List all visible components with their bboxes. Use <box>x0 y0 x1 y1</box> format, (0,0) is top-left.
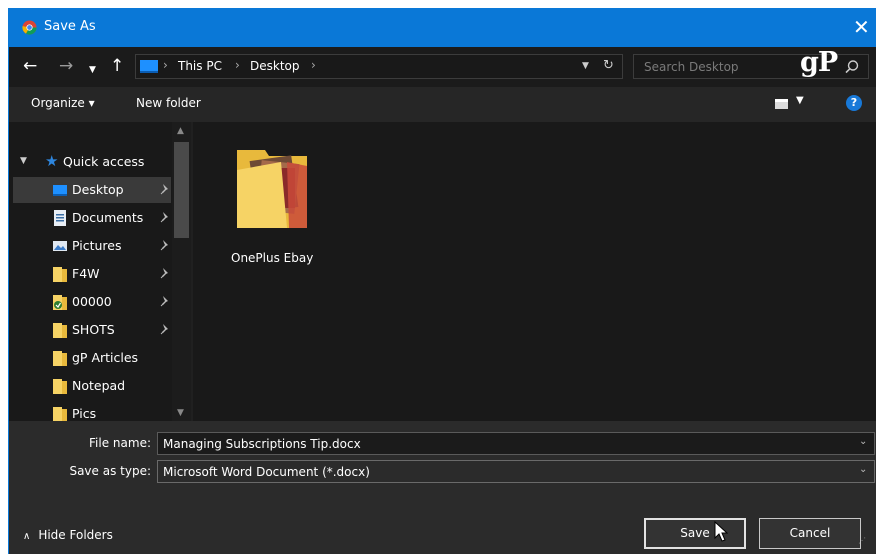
resize-grip-icon[interactable]: ⋰ <box>858 536 866 545</box>
breadcrumb-this-pc[interactable]: This PC <box>178 59 222 73</box>
window-title: Save As <box>44 19 96 34</box>
folder-with-images-icon <box>237 150 307 228</box>
save-as-type-select[interactable]: Microsoft Word Document (*.docx) ⌄ <box>157 460 875 483</box>
sidebar-item-documents[interactable]: Documents <box>13 205 171 231</box>
save-options-panel: File name: Managing Subscriptions Tip.do… <box>9 421 876 554</box>
sidebar-item-f4w[interactable]: F4W <box>13 261 171 287</box>
sidebar-item-label: Desktop <box>72 182 124 197</box>
up-arrow-icon[interactable]: ↑ <box>110 57 124 75</box>
pin-icon[interactable] <box>160 211 170 223</box>
close-icon[interactable]: ✕ <box>853 15 870 39</box>
file-list-pane[interactable]: OnePlus Ebay <box>193 122 876 421</box>
scroll-up-icon[interactable]: ▲ <box>177 126 184 136</box>
breadcrumb-desktop[interactable]: Desktop <box>250 59 300 73</box>
sidebar-item-00000[interactable]: 00000 <box>13 289 171 315</box>
forward-arrow-icon[interactable]: → <box>59 57 73 75</box>
folder-icon <box>53 351 67 366</box>
sidebar-item-pictures[interactable]: Pictures <box>13 233 171 259</box>
navigation-pane: ▼ ★ Quick access Desktop Documents Pictu… <box>9 122 191 422</box>
view-dropdown-icon[interactable]: ▼ <box>796 95 804 106</box>
file-name-label: File name: <box>89 436 151 450</box>
folder-icon <box>53 323 67 338</box>
search-box[interactable]: Search Desktop gP <box>633 47 869 79</box>
groovypost-watermark: gP <box>800 47 838 78</box>
help-icon[interactable]: ? <box>846 95 862 111</box>
breadcrumb-separator[interactable]: › <box>311 58 316 72</box>
sidebar-item-notepad[interactable]: Notepad <box>13 373 171 399</box>
folder-icon <box>53 379 67 394</box>
pin-icon[interactable] <box>160 183 170 195</box>
save-button[interactable]: Save <box>644 518 746 549</box>
save-as-type-label: Save as type: <box>69 464 151 478</box>
this-pc-icon <box>140 60 158 73</box>
chevron-down-icon[interactable]: ▼ <box>89 61 96 79</box>
sidebar-item-label: F4W <box>72 266 100 281</box>
pictures-icon <box>53 241 67 251</box>
expand-chevron-icon[interactable]: ▼ <box>20 156 27 166</box>
search-input[interactable]: Search Desktop <box>644 60 739 74</box>
folder-label: OnePlus Ebay <box>231 251 314 265</box>
pin-icon[interactable] <box>160 295 170 307</box>
star-icon: ★ <box>45 152 59 170</box>
chevron-down-icon[interactable]: ⌄ <box>859 436 867 447</box>
sidebar-item-label: 00000 <box>72 294 112 309</box>
organize-menu-button[interactable]: Organize ▾ <box>31 96 95 110</box>
sidebar-item-gp-articles[interactable]: gP Articles <box>13 345 171 371</box>
sidebar-item-desktop[interactable]: Desktop <box>13 177 171 203</box>
sidebar-item-quick-access[interactable]: ▼ ★ Quick access <box>13 149 171 175</box>
sidebar-item-label: gP Articles <box>72 350 139 365</box>
sidebar-item-shots[interactable]: SHOTS <box>13 317 171 343</box>
pin-icon[interactable] <box>160 239 170 251</box>
folder-icon <box>53 407 67 422</box>
address-bar[interactable]: › This PC › Desktop › ▼ ↻ <box>135 54 623 79</box>
pin-icon[interactable] <box>160 267 170 279</box>
folder-sync-icon <box>53 295 67 310</box>
file-name-field[interactable]: Managing Subscriptions Tip.docx ⌄ <box>157 432 875 455</box>
breadcrumb-separator: › <box>163 58 168 72</box>
folder-icon <box>53 267 67 282</box>
hide-folders-button[interactable]: ∧ Hide Folders <box>23 528 113 542</box>
view-options-icon[interactable] <box>775 99 788 109</box>
sidebar-item-label: Documents <box>72 210 144 225</box>
refresh-icon[interactable]: ↻ <box>603 58 614 73</box>
pin-icon[interactable] <box>160 323 170 335</box>
save-as-dialog: Save As ✕ ← → ▼ ↑ › This PC › Desktop › … <box>8 8 876 554</box>
save-as-type-value[interactable]: Microsoft Word Document (*.docx) <box>163 465 370 479</box>
mouse-cursor-icon <box>714 521 728 542</box>
hide-folders-label: Hide Folders <box>38 528 113 542</box>
new-folder-button[interactable]: New folder <box>136 96 201 110</box>
navigation-bar: ← → ▼ ↑ › This PC › Desktop › ▼ ↻ Search… <box>9 47 876 87</box>
sidebar-item-label: Pics <box>72 406 97 421</box>
scroll-down-icon[interactable]: ▼ <box>177 408 184 418</box>
desktop-icon <box>53 185 67 196</box>
sidebar-item-label: Quick access <box>63 154 145 169</box>
sidebar-item-label: SHOTS <box>72 322 115 337</box>
chevron-down-icon[interactable]: ⌄ <box>859 464 867 475</box>
back-arrow-icon[interactable]: ← <box>23 57 37 75</box>
documents-icon <box>54 210 66 226</box>
address-dropdown-icon[interactable]: ▼ <box>582 61 589 71</box>
title-bar[interactable]: Save As ✕ <box>9 9 876 47</box>
chevron-up-icon: ∧ <box>23 531 31 542</box>
search-icon[interactable] <box>844 59 860 75</box>
breadcrumb-separator: › <box>235 58 240 72</box>
chrome-icon <box>22 20 37 35</box>
sidebar-item-label: Pictures <box>72 238 122 253</box>
sidebar-scrollbar[interactable]: ▲ ▼ <box>172 122 191 421</box>
scrollbar-thumb[interactable] <box>174 142 189 238</box>
command-toolbar: Organize ▾ New folder ▼ ? <box>9 87 876 122</box>
cancel-button[interactable]: Cancel <box>759 518 861 549</box>
sidebar-item-label: Notepad <box>72 378 126 393</box>
file-name-value[interactable]: Managing Subscriptions Tip.docx <box>163 437 361 451</box>
